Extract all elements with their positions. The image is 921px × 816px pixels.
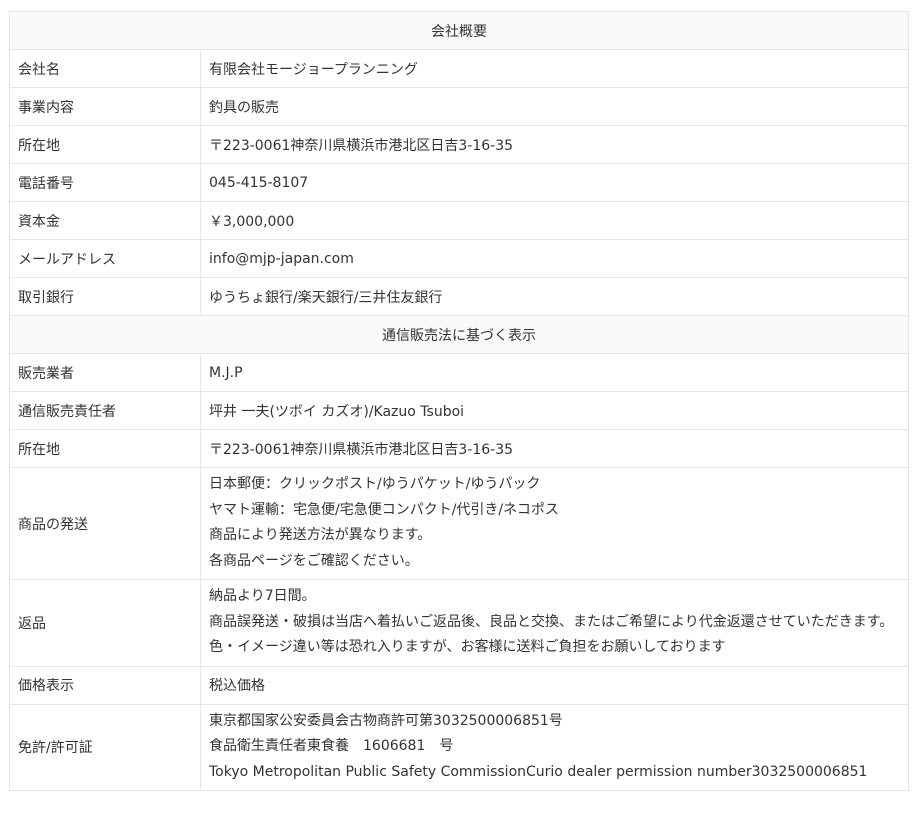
table-row-bank: 取引銀行 ゆうちょ銀行/楽天銀行/三井住友銀行 (9, 277, 909, 316)
row-label: 通信販売責任者 (9, 391, 201, 430)
row-label: 資本金 (9, 201, 201, 240)
text-line: 商品誤発送・破損は当店へ着払いご返品後、良品と交換、またはご希望により代金返還さ… (209, 613, 894, 630)
text-line: 納品より7日間。 (209, 588, 316, 604)
table-row-phone: 電話番号 045-415-8107 (9, 163, 909, 202)
table-row-capital: 資本金 ￥3,000,000 (9, 201, 909, 240)
text-line: 東京都国家公安委員会古物商許可第3032500006851号 (209, 712, 563, 729)
row-value-multiline: 東京都国家公安委員会古物商許可第3032500006851号 食品衛生責任者東食… (200, 703, 909, 791)
table-row-shipping: 商品の発送 日本郵便：クリックポスト/ゆうパケット/ゆうパック ヤマト運輸：宅急… (9, 467, 909, 580)
row-value: M.J.P (200, 353, 909, 392)
row-label: 免許/許可証 (9, 703, 201, 791)
text-line: 商品により発送方法が異なります。 (209, 527, 432, 543)
row-label: 所在地 (9, 429, 201, 468)
row-label: 電話番号 (9, 163, 201, 202)
row-value: 坪井 一夫(ツボイ カズオ)/Kazuo Tsuboi (200, 391, 909, 430)
table-row-price: 価格表示 税込価格 (9, 665, 909, 705)
row-label: 返品 (9, 579, 201, 667)
table-row-business: 事業内容 釣具の販売 (9, 87, 909, 126)
row-value: 〒223-0061神奈川県横浜市港北区日吉3-16-35 (200, 429, 909, 468)
row-label: 所在地 (9, 125, 201, 164)
text-line: Tokyo Metropolitan Public Safety Commiss… (209, 763, 868, 780)
section-header-row: 会社概要 (9, 11, 909, 50)
row-label: 会社名 (9, 49, 201, 88)
table-row-manager: 通信販売責任者 坪井 一夫(ツボイ カズオ)/Kazuo Tsuboi (9, 391, 909, 430)
row-value: 釣具の販売 (200, 87, 909, 126)
text-line: 日本郵便：クリックポスト/ゆうパケット/ゆうパック (209, 476, 541, 492)
text-line: 食品衛生責任者東食養 1606681 号 (209, 738, 454, 754)
table-row-returns: 返品 納品より7日間。 商品誤発送・破損は当店へ着払いご返品後、良品と交換、また… (9, 579, 909, 667)
text-line: 色・イメージ違い等は恐れ入りますが、お客様に送料ご負担をお願いしております (209, 639, 726, 655)
row-value: 045-415-8107 (200, 163, 909, 202)
row-label: メールアドレス (9, 239, 201, 278)
table-row-email: メールアドレス info@mjp-japan.com (9, 239, 909, 278)
company-info-section: 会社概要 会社名 有限会社モージョープランニング 事業内容 釣具の販売 所在地 … (9, 11, 909, 791)
row-value: 〒223-0061神奈川県横浜市港北区日吉3-16-35 (200, 125, 909, 164)
table-row-license: 免許/許可証 東京都国家公安委員会古物商許可第3032500006851号 食品… (9, 703, 909, 791)
row-value: ゆうちょ銀行/楽天銀行/三井住友銀行 (200, 277, 909, 316)
row-label: 商品の発送 (9, 467, 201, 580)
row-value: info@mjp-japan.com (200, 239, 909, 278)
table-row-company-name: 会社名 有限会社モージョープランニング (9, 49, 909, 88)
row-value-multiline: 納品より7日間。 商品誤発送・破損は当店へ着払いご返品後、良品と交換、またはご希… (200, 579, 909, 667)
company-info-table: 会社概要 会社名 有限会社モージョープランニング 事業内容 釣具の販売 所在地 … (9, 11, 909, 791)
row-value: ￥3,000,000 (200, 201, 909, 240)
table-row-address-2: 所在地 〒223-0061神奈川県横浜市港北区日吉3-16-35 (9, 429, 909, 468)
table-row-address: 所在地 〒223-0061神奈川県横浜市港北区日吉3-16-35 (9, 125, 909, 164)
table-row-seller: 販売業者 M.J.P (9, 353, 909, 392)
row-label: 価格表示 (9, 665, 201, 705)
text-line: 各商品ページをご確認ください。 (209, 552, 419, 569)
section-title-company-overview: 会社概要 (9, 11, 909, 50)
row-label: 取引銀行 (9, 277, 201, 316)
row-value: 有限会社モージョープランニング (200, 49, 909, 88)
text-line: ヤマト運輸：宅急便/宅急便コンパクト/代引き/ネコポス (209, 501, 559, 518)
section-header-row: 通信販売法に基づく表示 (9, 315, 909, 354)
row-value: 税込価格 (200, 665, 909, 705)
row-label: 販売業者 (9, 353, 201, 392)
row-value-multiline: 日本郵便：クリックポスト/ゆうパケット/ゆうパック ヤマト運輸：宅急便/宅急便コ… (200, 467, 909, 580)
row-label: 事業内容 (9, 87, 201, 126)
section-title-commerce-law: 通信販売法に基づく表示 (9, 315, 909, 354)
